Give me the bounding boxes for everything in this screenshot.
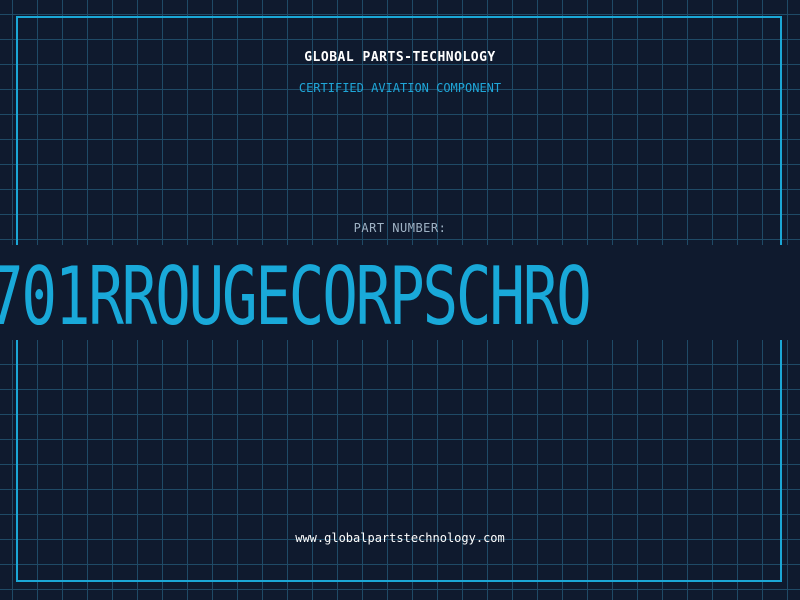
website-url: www.globalpartstechnology.com	[295, 531, 505, 545]
certification-subtitle: CERTIFIED AVIATION COMPONENT	[298, 81, 502, 95]
part-number-label: PART NUMBER:	[353, 221, 447, 235]
part-number-value: 701RROUGECORPSCHRO	[0, 250, 592, 340]
part-number-band: 701RROUGECORPSCHRO	[0, 245, 800, 340]
part-certificate: GLOBAL PARTS-TECHNOLOGY CERTIFIED AVIATI…	[0, 0, 800, 600]
company-name: GLOBAL PARTS-TECHNOLOGY	[304, 50, 496, 65]
